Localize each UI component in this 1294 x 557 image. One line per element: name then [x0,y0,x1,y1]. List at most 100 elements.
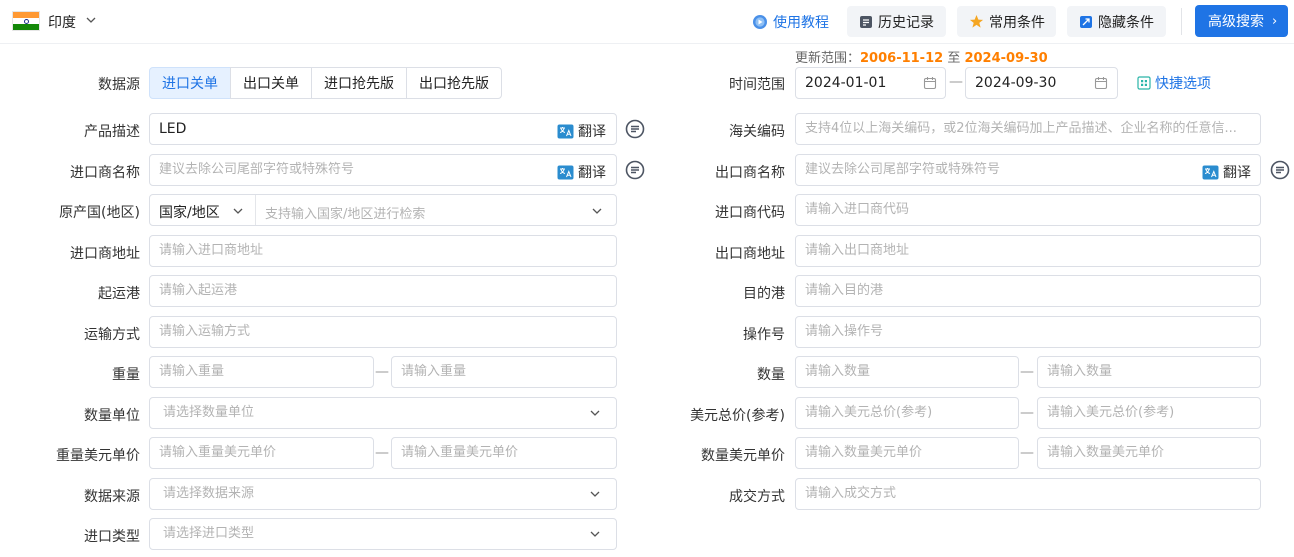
india-flag-icon[interactable] [12,11,40,31]
hs-code-input[interactable]: 支持4位以上海关编码，或2位海关编码加上产品描述、企业名称的任意信... [795,113,1261,145]
tab-import-early[interactable]: 进口抢先版 [311,67,407,99]
star-icon [969,14,984,29]
qty-usd-price-to-input[interactable]: 请输入数量美元单价 [1037,437,1261,469]
importer-name-label: 进口商名称 [70,165,140,181]
history-label: 历史记录 [878,14,934,31]
weight-label: 重量 [112,367,140,383]
dest-port-input[interactable]: 请输入目的港 [795,275,1261,307]
favorite-conditions-button[interactable]: 常用条件 [957,6,1056,37]
range-dash: — [1020,445,1034,461]
import-type-label: 进口类型 [84,529,140,545]
origin-port-label: 起运港 [98,286,140,302]
quantity-unit-label: 数量单位 [84,408,140,424]
importer-address-label: 进口商地址 [70,246,140,262]
transport-label: 运输方式 [84,327,140,343]
translate-label: 翻译 [578,165,606,181]
play-circle-icon [752,14,768,30]
weight-to-input[interactable]: 请输入重量 [391,356,617,388]
range-dash: — [375,445,389,461]
weight-usd-price-from-input[interactable]: 请输入重量美元单价 [149,437,374,469]
data-origin-select[interactable]: 请选择数据来源 [149,478,617,510]
qty-usd-price-from-input[interactable]: 请输入数量美元单价 [795,437,1019,469]
update-range-sep: 至 [947,51,961,66]
quantity-to-input[interactable]: 请输入数量 [1037,356,1261,388]
quantity-label: 数量 [757,367,785,383]
deal-method-label: 成交方式 [729,489,785,505]
toolbar-divider [1181,8,1182,35]
update-range-prefix: 更新范围： [795,51,861,66]
importer-code-input[interactable]: 请输入进口商代码 [795,194,1261,226]
hs-code-label: 海关编码 [729,124,785,140]
chevron-down-icon[interactable] [84,13,98,27]
origin-port-input[interactable]: 请输入起运港 [149,275,617,307]
product-desc-value: LED [159,121,187,137]
deal-method-input[interactable]: 请输入成交方式 [795,478,1261,510]
translate-icon [557,124,574,139]
import-type-select[interactable]: 请选择进口类型 [149,518,617,550]
hide-icon [1079,15,1093,29]
exporter-name-label: 出口商名称 [715,165,785,181]
tutorial-label: 使用教程 [773,14,829,31]
product-desc-label: 产品描述 [84,124,140,140]
translate-label: 翻译 [578,124,606,140]
time-range-label: 时间范围 [729,77,785,93]
weight-from-input[interactable]: 请输入重量 [149,356,374,388]
search-detail-icon[interactable] [625,119,645,139]
calendar-icon[interactable] [1094,76,1108,90]
history-icon [859,15,873,29]
tutorial-button[interactable]: 使用教程 [752,6,834,37]
translate-button[interactable]: 翻译 [1202,162,1251,182]
chevron-down-icon[interactable] [590,204,604,218]
total-usd-label: 美元总价(参考) [690,408,785,424]
tab-import-declaration[interactable]: 进口关单 [149,67,231,99]
country-selector-label[interactable]: 印度 [48,12,76,32]
qty-usd-price-label: 数量美元单价 [701,448,785,464]
data-origin-label: 数据来源 [84,489,140,505]
transport-input[interactable]: 请输入运输方式 [149,316,617,348]
chevron-right-icon: › [1272,13,1278,29]
weight-usd-price-to-input[interactable]: 请输入重量美元单价 [391,437,617,469]
quantity-from-input[interactable]: 请输入数量 [795,356,1019,388]
end-date-value: 2024-09-30 [975,75,1057,91]
range-dash: — [1020,364,1034,380]
search-detail-icon[interactable] [1270,160,1290,180]
tab-export-declaration[interactable]: 出口关单 [230,67,312,99]
quick-options-link[interactable]: 快捷选项 [1137,73,1211,93]
importer-address-input[interactable]: 请输入进口商地址 [149,235,617,267]
chevron-down-icon[interactable] [231,204,245,218]
calendar-icon[interactable] [923,76,937,90]
operation-no-input[interactable]: 请输入操作号 [795,316,1261,348]
search-detail-icon[interactable] [625,160,645,180]
advanced-search-button[interactable]: 高级搜索 › [1195,5,1288,37]
chevron-down-icon[interactable] [588,487,602,501]
translate-button[interactable]: 翻译 [557,121,606,141]
translate-label: 翻译 [1223,165,1251,181]
origin-country-input[interactable]: 支持输入国家/地区进行检索 [265,203,425,222]
chevron-down-icon[interactable] [588,527,602,541]
quantity-unit-select[interactable]: 请选择数量单位 [149,397,617,429]
hide-conditions-label: 隐藏条件 [1098,14,1154,31]
history-button[interactable]: 历史记录 [847,6,946,37]
range-dash: — [1020,405,1034,421]
origin-country-label: 原产国(地区) [59,205,140,221]
total-usd-to-input[interactable]: 请输入美元总价(参考) [1037,397,1261,429]
weight-usd-price-label: 重量美元单价 [56,448,140,464]
start-date-value: 2024-01-01 [805,75,887,91]
importer-name-input[interactable]: 建议去除公司尾部字符或特殊符号 [149,154,617,186]
advanced-search-label: 高级搜索 [1208,14,1264,30]
quick-options-icon [1137,76,1151,90]
tab-export-early[interactable]: 出口抢先版 [406,67,502,99]
top-bar: 印度 使用教程 历史记录 常用条件 隐藏条件 高级搜索 › [0,0,1294,44]
exporter-address-input[interactable]: 请输入出口商地址 [795,235,1261,267]
chevron-down-icon[interactable] [588,406,602,420]
total-usd-from-input[interactable]: 请输入美元总价(参考) [795,397,1019,429]
quick-options-label: 快捷选项 [1155,76,1211,92]
data-source-label: 数据源 [98,77,140,93]
select-divider [255,195,256,225]
translate-icon [557,165,574,180]
translate-button[interactable]: 翻译 [557,162,606,182]
product-desc-input[interactable]: LED [149,113,617,145]
hide-conditions-button[interactable]: 隐藏条件 [1067,6,1166,37]
region-type-select[interactable]: 国家/地区 [159,202,220,222]
exporter-name-input[interactable]: 建议去除公司尾部字符或特殊符号 [795,154,1261,186]
